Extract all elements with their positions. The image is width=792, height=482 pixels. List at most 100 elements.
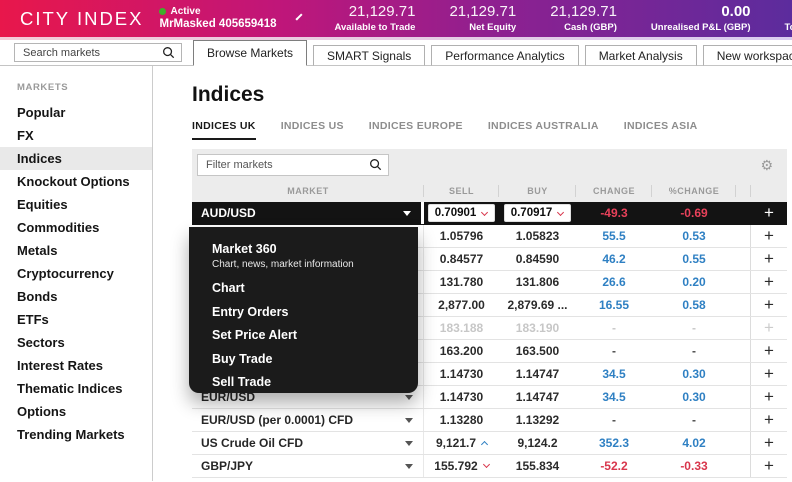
sell-price-cell[interactable]: 1.05796 bbox=[424, 225, 499, 247]
table-row[interactable]: US Crude Oil CFD 9,121.7 9,124.2 352.3 4… bbox=[192, 432, 787, 455]
context-menu-item[interactable]: Market 360 Chart, news, market informati… bbox=[189, 234, 418, 277]
sidebar-item[interactable]: Interest Rates bbox=[0, 354, 152, 377]
market-name: US Crude Oil CFD bbox=[201, 436, 304, 450]
buy-price-cell[interactable]: 0.84590 bbox=[499, 248, 576, 270]
buy-price-cell[interactable]: 1.14747 bbox=[499, 386, 576, 408]
sidebar-item[interactable]: Knockout Options bbox=[0, 170, 152, 193]
sell-price-cell[interactable]: 1.13280 bbox=[424, 409, 499, 431]
row-chevron-down-icon[interactable] bbox=[403, 210, 411, 216]
add-to-watchlist-button[interactable] bbox=[751, 455, 787, 477]
row-chevron-down-icon[interactable] bbox=[405, 394, 413, 400]
add-to-watchlist-button[interactable] bbox=[751, 432, 787, 454]
column-header-market[interactable]: MARKET bbox=[192, 180, 424, 202]
sell-price-cell[interactable]: 0.84577 bbox=[424, 248, 499, 270]
sell-price-cell[interactable]: 0.70901 bbox=[424, 202, 499, 224]
search-input[interactable] bbox=[21, 45, 162, 60]
filter-markets-box[interactable] bbox=[197, 153, 389, 176]
table-row[interactable]: EUR/USD (per 0.0001) CFD 1.13280 1.13292… bbox=[192, 409, 787, 432]
column-header-change[interactable]: CHANGE bbox=[576, 180, 652, 202]
sidebar-item[interactable]: Popular bbox=[0, 101, 152, 124]
sidebar-item[interactable]: Bonds bbox=[0, 285, 152, 308]
account-selector[interactable]: Active MrMasked 405659418 bbox=[159, 6, 276, 32]
buy-price: 0.84590 bbox=[515, 252, 560, 266]
change-cell: 34.5 bbox=[602, 390, 626, 404]
indices-subtab[interactable]: INDICES AUSTRALIA bbox=[488, 120, 599, 140]
sell-price-cell[interactable]: 1.14730 bbox=[424, 363, 499, 385]
context-menu-item[interactable]: Set Price Alert bbox=[189, 324, 418, 348]
sidebar-item[interactable]: Cryptocurrency bbox=[0, 262, 152, 285]
table-row[interactable]: AUD/USD 0.70901 0.70917 -49.3 -0.69 bbox=[192, 202, 787, 225]
buy-price-cell[interactable]: 2,879.69 ... bbox=[499, 294, 576, 316]
add-to-watchlist-button[interactable] bbox=[751, 202, 787, 224]
row-chevron-down-icon[interactable] bbox=[405, 440, 413, 446]
market-name-cell[interactable]: US Crude Oil CFD bbox=[192, 432, 424, 454]
column-header-sell[interactable]: SELL bbox=[424, 180, 499, 202]
indices-subtab[interactable]: INDICES US bbox=[281, 120, 344, 140]
sell-price-cell[interactable]: 1.14730 bbox=[424, 386, 499, 408]
add-to-watchlist-button[interactable] bbox=[751, 294, 787, 316]
add-to-watchlist-button[interactable] bbox=[751, 225, 787, 247]
brand-logo[interactable]: CITY INDEX bbox=[20, 8, 143, 30]
buy-price-cell[interactable]: 1.05823 bbox=[499, 225, 576, 247]
sidebar-item[interactable]: Equities bbox=[0, 193, 152, 216]
sidebar-item[interactable]: Sectors bbox=[0, 331, 152, 354]
workspace-tab[interactable]: Browse Markets bbox=[193, 40, 308, 66]
market-name-cell[interactable]: AUD/USD bbox=[192, 202, 424, 224]
workspace-tab[interactable]: Performance Analytics bbox=[431, 45, 579, 66]
market-name-cell[interactable]: EUR/USD (per 0.0001) CFD bbox=[192, 409, 424, 431]
workspace-tab[interactable]: SMART Signals bbox=[313, 45, 426, 66]
buy-price-cell[interactable]: 131.806 bbox=[499, 271, 576, 293]
sell-price-cell[interactable]: 183.188 bbox=[424, 317, 499, 339]
sell-price-cell[interactable]: 2,877.00 bbox=[424, 294, 499, 316]
sidebar-item-label: FX bbox=[17, 128, 34, 143]
sell-price-cell[interactable]: 131.780 bbox=[424, 271, 499, 293]
column-header-pct-change[interactable]: %CHANGE bbox=[652, 180, 736, 202]
buy-price: 2,879.69 ... bbox=[507, 298, 568, 312]
row-chevron-down-icon[interactable] bbox=[405, 463, 413, 469]
sidebar-item[interactable]: ETFs bbox=[0, 308, 152, 331]
column-header-buy[interactable]: BUY bbox=[499, 180, 576, 202]
workspace-tab[interactable]: Market Analysis bbox=[584, 45, 697, 66]
sidebar-item[interactable]: Options bbox=[0, 400, 152, 423]
sell-price-cell[interactable]: 155.792 bbox=[424, 455, 499, 477]
add-to-watchlist-button[interactable] bbox=[751, 363, 787, 385]
buy-price-cell[interactable]: 183.190 bbox=[499, 317, 576, 339]
indices-subtab[interactable]: INDICES UK bbox=[192, 120, 256, 140]
indices-subtab[interactable]: INDICES EUROPE bbox=[369, 120, 463, 140]
context-menu-item[interactable]: Sell Trade bbox=[189, 371, 418, 395]
sidebar-item[interactable]: Thematic Indices bbox=[0, 377, 152, 400]
settings-gear-icon[interactable] bbox=[760, 158, 773, 172]
context-menu-item[interactable]: Buy Trade bbox=[189, 347, 418, 371]
sidebar-item[interactable]: Indices bbox=[0, 147, 152, 170]
table-toolbar bbox=[192, 149, 787, 180]
table-row[interactable]: GBP/JPY 155.792 155.834 -52.2 -0.33 bbox=[192, 455, 787, 478]
buy-price-cell[interactable]: 163.500 bbox=[499, 340, 576, 362]
sidebar-item[interactable]: FX bbox=[0, 124, 152, 147]
change-cell: 352.3 bbox=[598, 436, 630, 450]
buy-price-cell[interactable]: 1.13292 bbox=[499, 409, 576, 431]
add-to-watchlist-button[interactable] bbox=[751, 317, 787, 339]
market-name-cell[interactable]: GBP/JPY bbox=[192, 455, 424, 477]
sidebar-item[interactable]: Commodities bbox=[0, 216, 152, 239]
filter-input[interactable] bbox=[204, 157, 369, 172]
sell-price-cell[interactable]: 9,121.7 bbox=[424, 432, 499, 454]
add-to-watchlist-button[interactable] bbox=[751, 248, 787, 270]
buy-price-cell[interactable]: 0.70917 bbox=[499, 202, 576, 224]
add-to-watchlist-button[interactable] bbox=[751, 271, 787, 293]
sell-price-cell[interactable]: 163.200 bbox=[424, 340, 499, 362]
context-menu-item[interactable]: Entry Orders bbox=[189, 300, 418, 324]
sidebar-item[interactable]: Metals bbox=[0, 239, 152, 262]
workspace-tab[interactable]: New workspace 3 bbox=[702, 45, 792, 66]
context-menu-item[interactable]: Chart bbox=[189, 277, 418, 301]
row-chevron-down-icon[interactable] bbox=[405, 417, 413, 423]
buy-price-cell[interactable]: 9,124.2 bbox=[499, 432, 576, 454]
sidebar-item-label: Popular bbox=[17, 105, 66, 120]
add-to-watchlist-button[interactable] bbox=[751, 340, 787, 362]
indices-subtab[interactable]: INDICES ASIA bbox=[624, 120, 698, 140]
add-to-watchlist-button[interactable] bbox=[751, 386, 787, 408]
sidebar-item[interactable]: Trending Markets bbox=[0, 423, 152, 446]
search-markets-box[interactable] bbox=[14, 43, 182, 62]
buy-price-cell[interactable]: 155.834 bbox=[499, 455, 576, 477]
buy-price-cell[interactable]: 1.14747 bbox=[499, 363, 576, 385]
add-to-watchlist-button[interactable] bbox=[751, 409, 787, 431]
